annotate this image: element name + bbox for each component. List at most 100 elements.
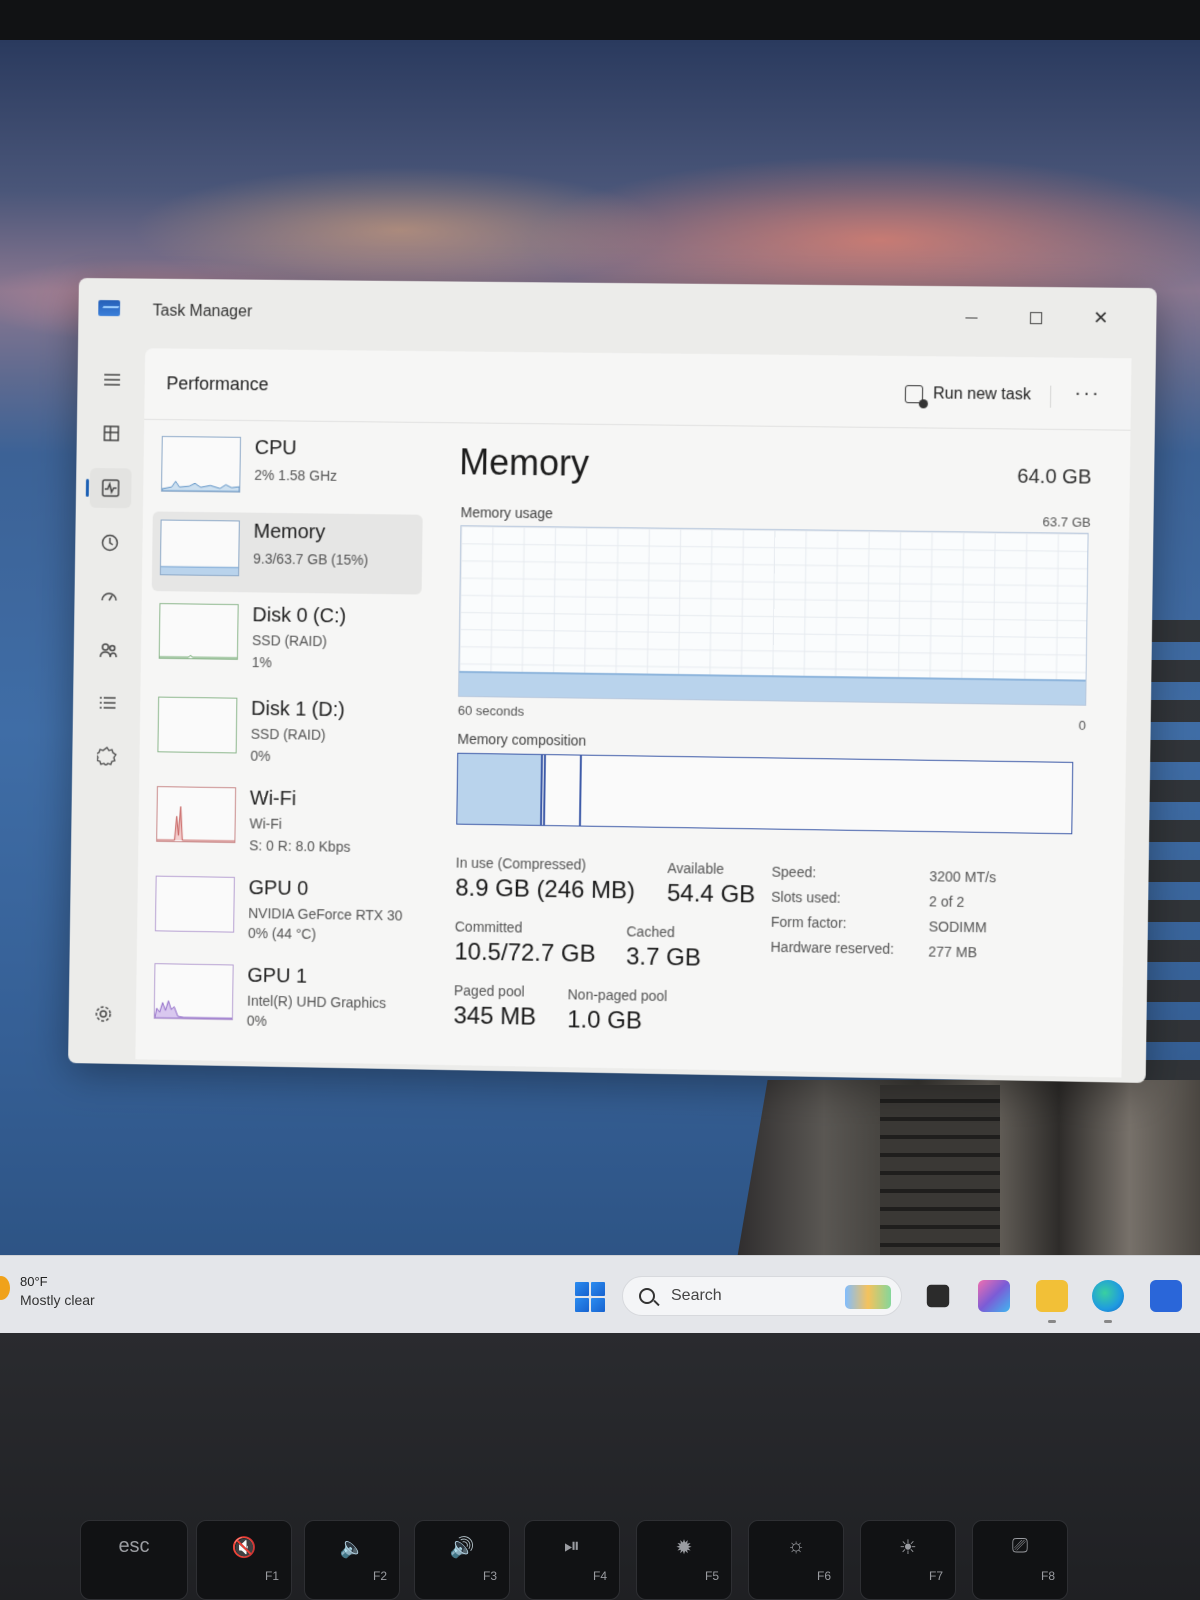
resource-list: CPU 2% 1.58 GHz Memory 9.3/63.7 GB (15%)… — [145, 428, 427, 1060]
key-f2[interactable]: 🔈 F2 — [304, 1520, 400, 1600]
title-bar[interactable]: Task Manager ✕ — [78, 278, 1157, 359]
stat-value: 10.5/72.7 GB — [454, 938, 596, 968]
microsoft-store-icon[interactable] — [1150, 1280, 1182, 1312]
nav-details[interactable] — [87, 683, 129, 723]
stat-label: Committed — [454, 918, 523, 936]
memory-usage-max: 63.7 GB — [1042, 514, 1091, 530]
nav-processes[interactable] — [90, 413, 132, 453]
gpu-1-thumbnail-graph — [153, 963, 234, 1021]
resource-memory[interactable]: Memory 9.3/63.7 GB (15%) — [151, 511, 423, 595]
memory-composition-bar — [456, 752, 1074, 835]
volume-down-icon: 🔈 — [339, 1537, 365, 1559]
maximize-button[interactable] — [1013, 301, 1060, 334]
gpu-0-thumbnail-graph — [154, 875, 235, 933]
stat-value: 54.4 GB — [666, 879, 756, 909]
memory-usage-fill — [459, 670, 1086, 705]
disk-1-thumbnail-graph — [157, 696, 238, 754]
more-options-button[interactable]: ··· — [1074, 382, 1101, 405]
windows-logo-pane — [591, 1282, 605, 1296]
key-fn-label: F3 — [482, 1569, 497, 1583]
key-f6[interactable]: ☼ F6 — [748, 1520, 844, 1600]
memory-usage-label: Memory usage — [460, 504, 554, 522]
spec-hardware-reserved-label: Hardware reserved: — [770, 938, 895, 957]
performance-page: Performance Run new task ··· CPU 2% 1.58… — [135, 348, 1132, 1078]
key-f3[interactable]: 🔊 F3 — [414, 1520, 510, 1600]
startup-apps-icon — [99, 586, 119, 606]
key-esc[interactable]: esc — [80, 1520, 188, 1600]
stat-committed: Committed 10.5/72.7 GB — [454, 918, 596, 968]
task-view-icon[interactable] — [926, 1284, 950, 1308]
key-f8[interactable]: ⎚ F8 — [972, 1520, 1068, 1600]
stat-value: 345 MB — [453, 1002, 537, 1031]
brightness-up-icon: ☀ — [899, 1537, 917, 1559]
resource-detail: Intel(R) UHD Graphics — [246, 992, 387, 1012]
play-pause-icon: ⏯ — [564, 1535, 580, 1557]
file-explorer-icon[interactable] — [1036, 1280, 1068, 1312]
resource-gpu-1[interactable]: GPU 1 Intel(R) UHD Graphics 0% — [146, 955, 417, 1039]
stat-available: Available 54.4 GB — [667, 860, 756, 909]
nav-app-history[interactable] — [89, 523, 131, 563]
resource-cpu[interactable]: CPU 2% 1.58 GHz — [153, 428, 424, 511]
stat-label: Cached — [626, 923, 675, 941]
windows-logo-pane — [575, 1298, 589, 1312]
weather-icon[interactable] — [0, 1276, 10, 1300]
search-placeholder: Search — [671, 1287, 722, 1304]
taskbar-search-box[interactable]: Search — [622, 1276, 902, 1316]
resource-name: Wi-Fi — [249, 787, 297, 811]
window-title: Task Manager — [152, 302, 253, 321]
stat-label: Non-paged pool — [567, 986, 668, 1005]
key-f7[interactable]: ☀ F7 — [860, 1520, 956, 1600]
taskbar: 80°F Mostly clear Search — [0, 1255, 1200, 1333]
stat-label: In use (Compressed) — [455, 854, 587, 873]
resource-name: Disk 1 (D:) — [250, 697, 346, 722]
nav-services[interactable] — [86, 735, 128, 775]
spec-speed-label: Speed: — [771, 863, 817, 881]
file-explorer-running-indicator — [1048, 1320, 1056, 1323]
spec-form-factor-value: SODIMM — [928, 918, 987, 936]
processes-icon — [101, 423, 121, 443]
maximize-icon — [1029, 312, 1043, 325]
key-f4[interactable]: ⏯ F4 — [524, 1520, 620, 1600]
memory-composition-label: Memory composition — [457, 730, 587, 749]
resource-detail: SSD (RAID) — [250, 725, 326, 743]
disk-0-thumbnail-graph — [158, 603, 239, 660]
spec-slots-label: Slots used: — [771, 888, 841, 906]
weather-temperature[interactable]: 80°F — [20, 1274, 48, 1289]
key-f1[interactable]: 🔇 F1 — [196, 1520, 292, 1600]
resource-name: Disk 0 (C:) — [252, 604, 347, 628]
resource-disk-1[interactable]: Disk 1 (D:) SSD (RAID) 0% — [149, 689, 420, 773]
stat-value: 3.7 GB — [625, 943, 702, 972]
resource-disk-0[interactable]: Disk 0 (C:) SSD (RAID) 1% — [151, 595, 422, 678]
resource-wifi[interactable]: Wi-Fi Wi-Fi S: 0 R: 8.0 Kbps — [148, 778, 419, 862]
run-new-task-button[interactable]: Run new task — [904, 378, 1031, 411]
screen-bezel — [0, 0, 1200, 45]
edge-running-indicator — [1104, 1320, 1112, 1323]
key-f5[interactable]: ✹ F5 — [636, 1520, 732, 1600]
resource-detail: SSD (RAID) — [251, 632, 328, 650]
minimize-button[interactable] — [948, 300, 995, 333]
graph-zero-label: 0 — [1078, 717, 1087, 733]
details-icon — [99, 693, 118, 713]
nav-performance[interactable] — [89, 467, 132, 509]
resource-detail: NVIDIA GeForce RTX 30 — [248, 905, 403, 924]
resource-name: GPU 0 — [248, 877, 309, 901]
nav-startup-apps[interactable] — [88, 576, 130, 616]
stat-value: 8.9 GB (246 MB) — [455, 874, 636, 905]
close-button[interactable]: ✕ — [1077, 301, 1124, 334]
volume-up-icon: 🔊 — [449, 1537, 475, 1559]
key-fn-label: F5 — [704, 1569, 719, 1583]
weather-description[interactable]: Mostly clear — [20, 1292, 95, 1308]
resource-name: CPU — [254, 437, 297, 460]
resource-gpu-0[interactable]: GPU 0 NVIDIA GeForce RTX 30 0% (44 °C) — [147, 868, 418, 952]
stat-label: Available — [667, 859, 725, 877]
edge-icon[interactable] — [1092, 1280, 1124, 1312]
start-button[interactable] — [575, 1282, 605, 1312]
windows-logo-pane — [591, 1298, 605, 1312]
hamburger-menu-button[interactable] — [91, 360, 133, 400]
nav-settings[interactable] — [82, 994, 124, 1035]
nav-users[interactable] — [87, 630, 129, 670]
resource-detail: 9.3/63.7 GB (15%) — [253, 550, 369, 568]
search-icon — [639, 1288, 655, 1304]
m365-copilot-icon[interactable] — [978, 1280, 1010, 1312]
active-nav-indicator — [85, 478, 90, 497]
